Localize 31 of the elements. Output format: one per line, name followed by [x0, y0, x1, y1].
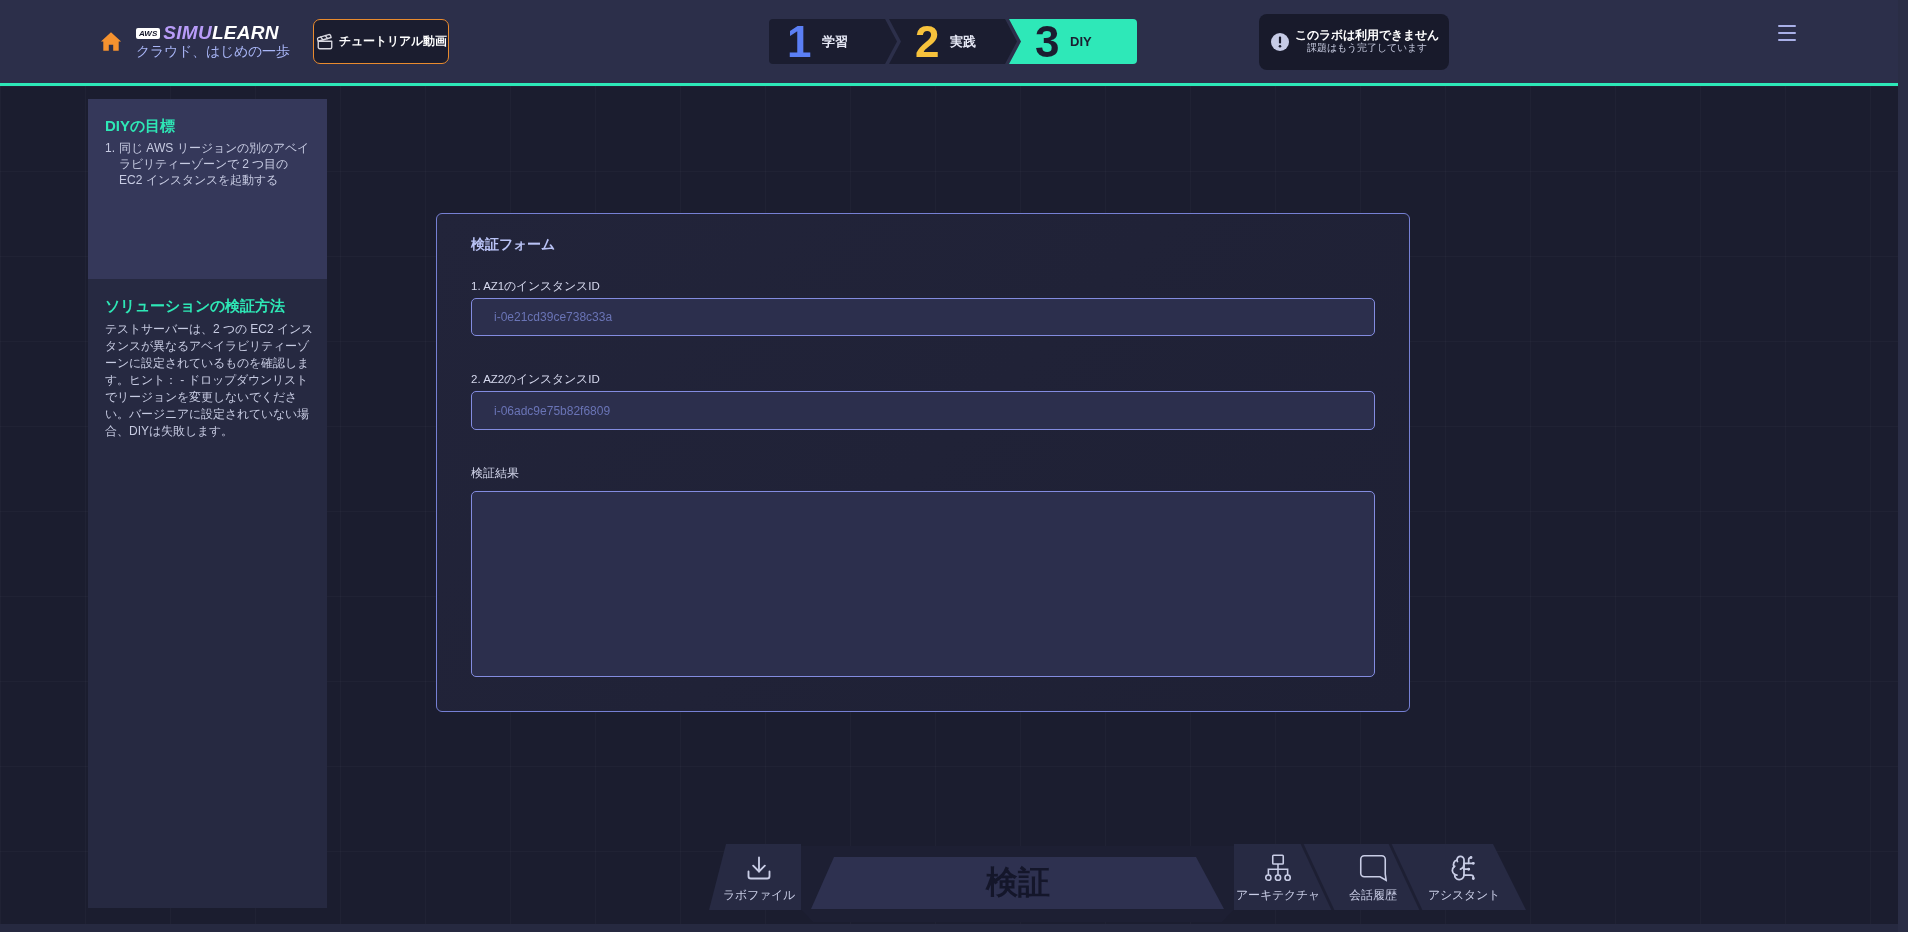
field-label: 1. AZ1のインスタンスID	[471, 280, 601, 293]
logo-badge: AWS	[136, 27, 161, 39]
section-title: ソリューションの検証方法	[105, 296, 286, 315]
download-icon	[745, 854, 773, 882]
brain-circuit-icon	[1450, 854, 1478, 882]
speech-bubble-icon	[1359, 854, 1387, 882]
hierarchy-diagram-icon	[1264, 854, 1292, 882]
toolbar-button[interactable]: アーキテクチャ	[1234, 844, 1336, 910]
toolbar-button[interactable]: 会話履歴	[1336, 844, 1424, 910]
home-icon[interactable]	[100, 31, 122, 52]
tutorial-video-button[interactable]: チュートリアル動画	[313, 19, 449, 64]
goal-text: 同じ AWS リージョンの別のアベイラビリティーゾーンで 2 つ目の EC2 インスタンスを起動する	[119, 140, 310, 188]
section-title: DIYの目標	[105, 116, 176, 135]
notice-subtitle: 課題はもう完了しています	[1307, 42, 1427, 54]
form-title: 検証フォーム	[471, 235, 556, 253]
info-icon	[1271, 32, 1289, 51]
list-number: 1.	[105, 140, 116, 157]
result-textarea[interactable]	[471, 490, 1375, 677]
field-label: 2. AZ2のインスタンスID	[471, 373, 601, 387]
method-text: テストサーバーは、2 つの EC2 インスタンスが異なるアベイラビリティーゾーンに設定されているものを確認します。ヒント： - ドロップダウンリストでリージョンを変更しないでください。バージニアに設定されていない場合、DIYは失敗します。	[105, 321, 315, 440]
notice-title: このラボは利用できません	[1295, 29, 1439, 42]
toolbar-button[interactable]: ラボファイル	[709, 844, 801, 910]
step-tab[interactable]: 2 実践	[889, 19, 1017, 64]
logo-tagline: クラウド、はじめの一歩	[136, 43, 290, 60]
clapperboard-icon	[315, 32, 334, 51]
logo-wordmark: SIMULEARN	[163, 23, 279, 43]
step-tab[interactable]: 3 DIY	[1009, 19, 1137, 64]
step-tab[interactable]: 1 学習	[769, 19, 897, 64]
toolbar-button[interactable]: アシスタント	[1424, 844, 1526, 910]
scrollbar[interactable]	[1898, 0, 1908, 932]
field-label: 検証結果	[471, 466, 520, 480]
